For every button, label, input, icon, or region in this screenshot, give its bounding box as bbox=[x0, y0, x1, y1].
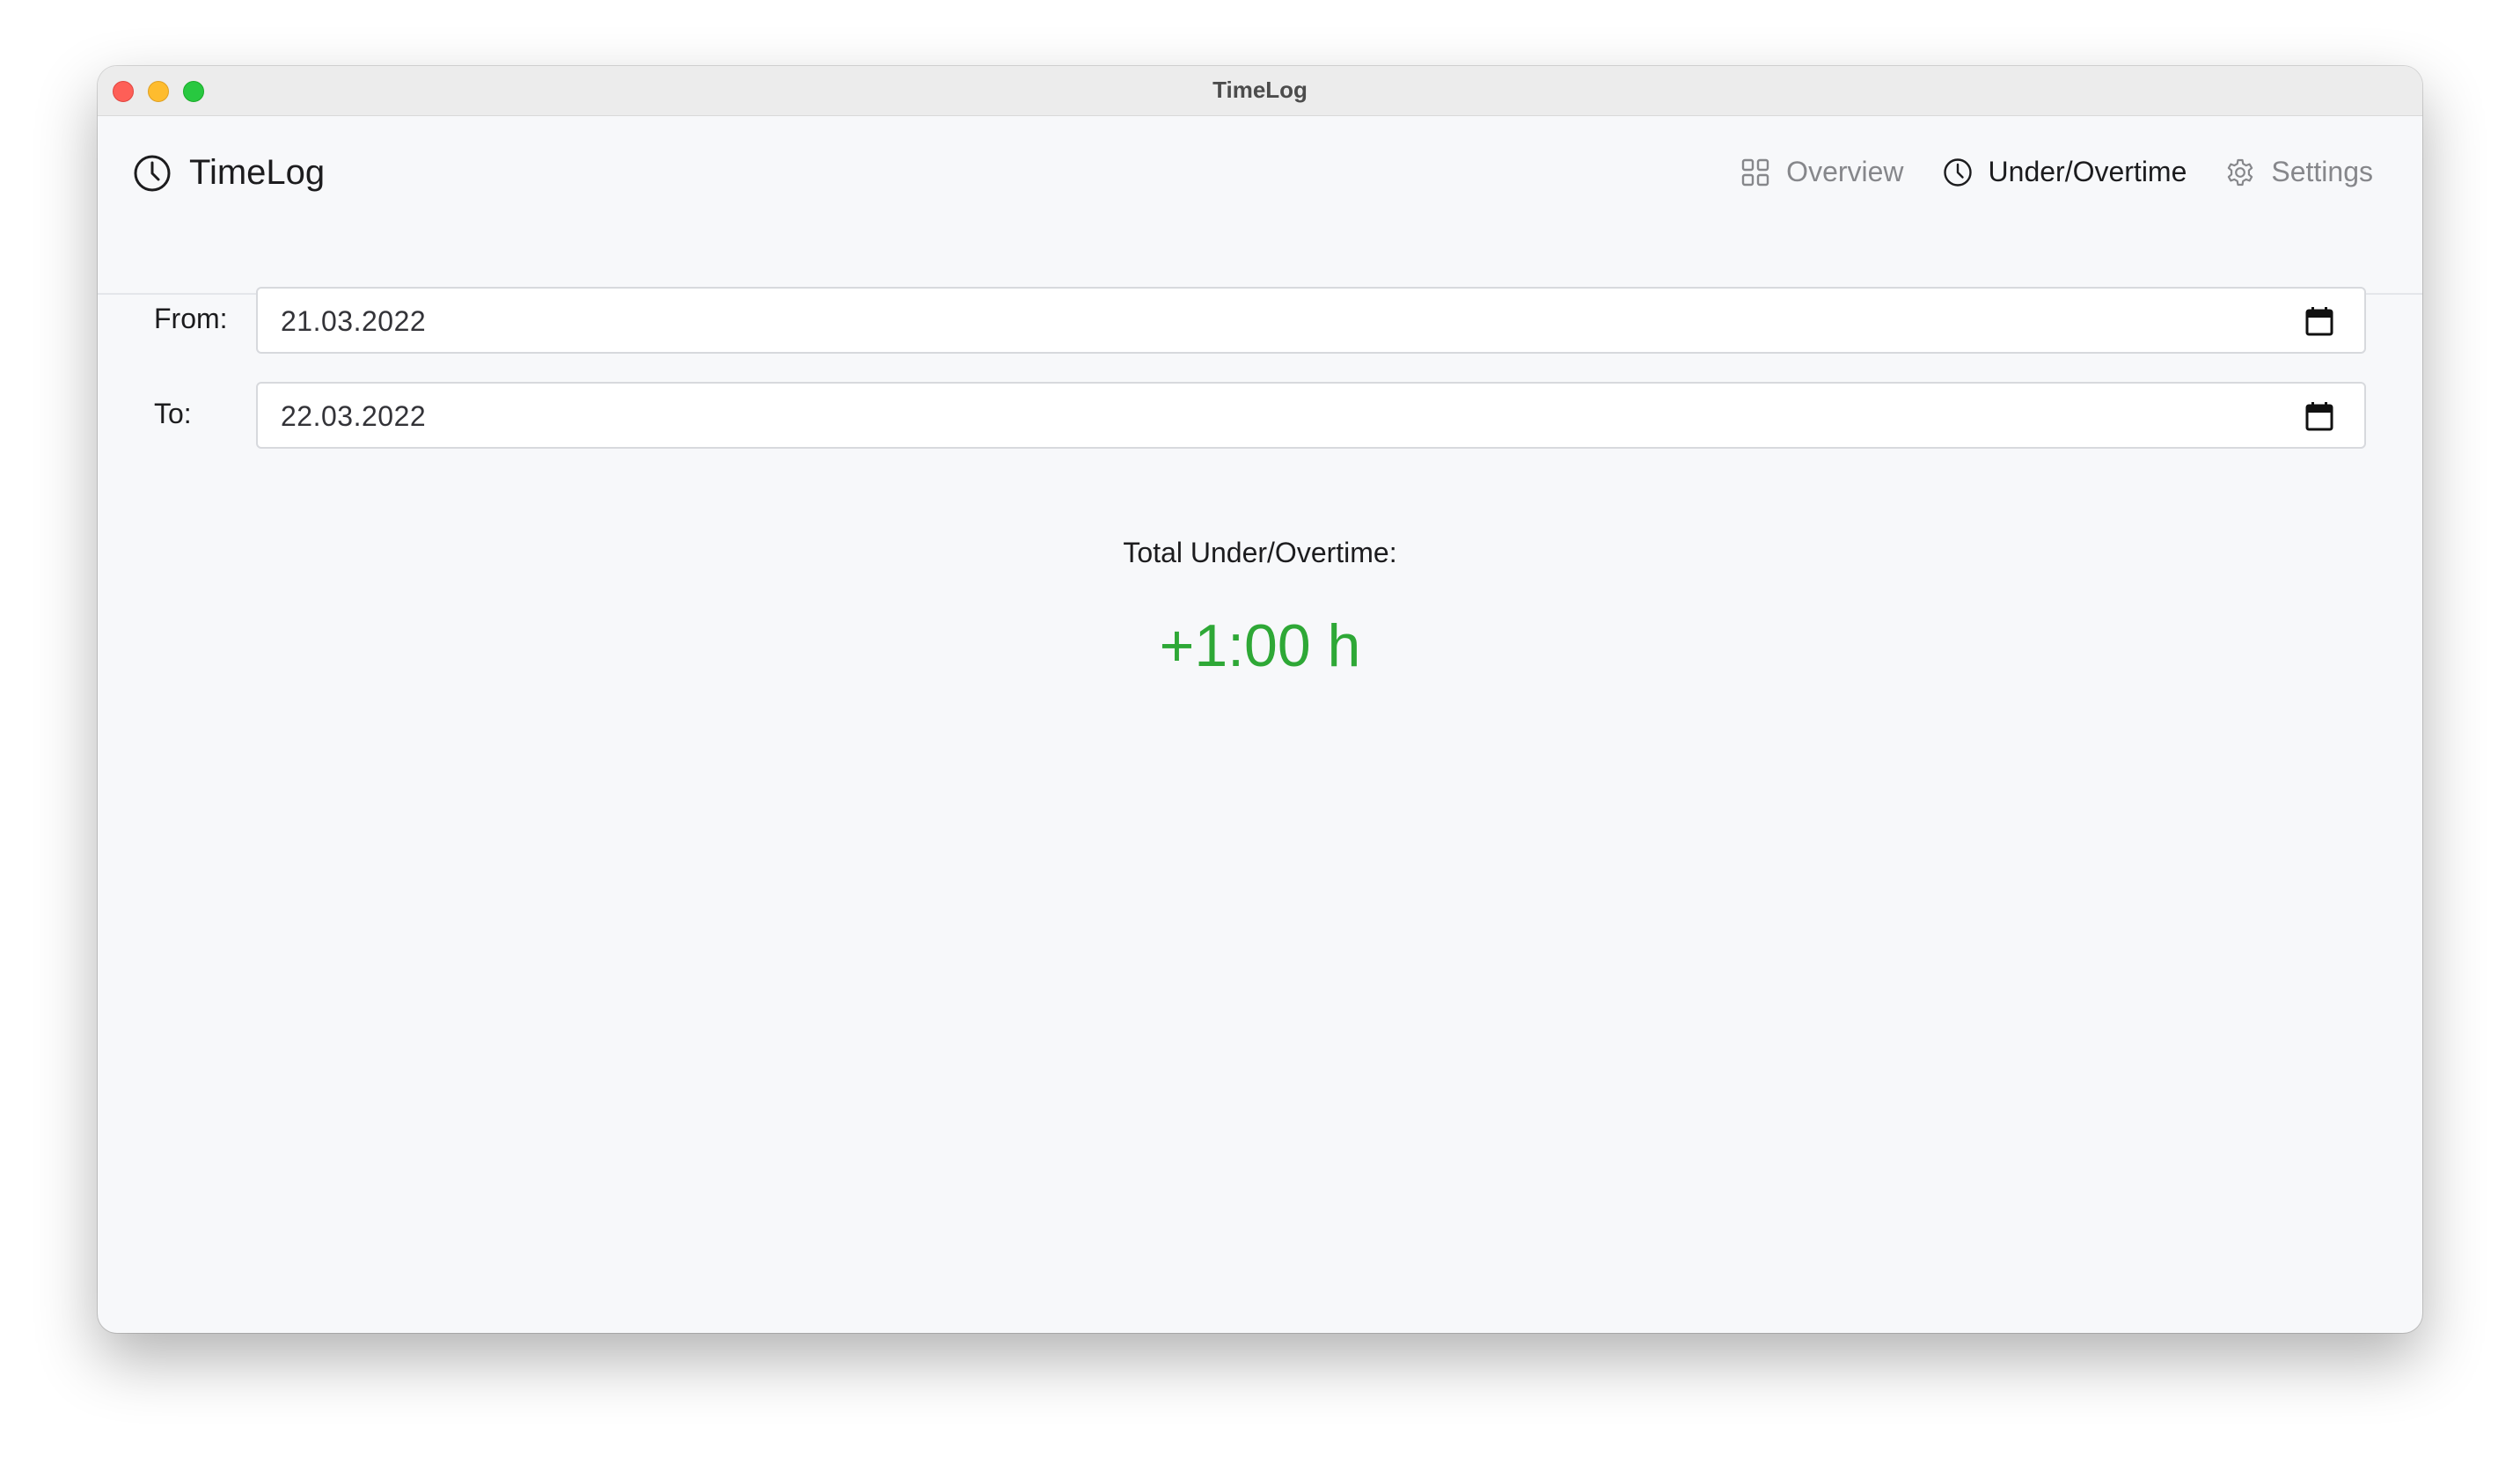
from-date-input[interactable]: 21.03.2022 bbox=[256, 287, 2366, 354]
app-window: TimeLog TimeLog Overview Under/Overtime … bbox=[98, 66, 2422, 1333]
grid-icon bbox=[1740, 157, 1770, 187]
to-label: To: bbox=[154, 398, 192, 429]
nav-item-under-overtime[interactable]: Under/Overtime bbox=[1943, 156, 2187, 188]
title-bar: TimeLog bbox=[98, 66, 2422, 116]
from-date-value: 21.03.2022 bbox=[281, 305, 427, 337]
from-row: From: 21.03.2022 bbox=[154, 287, 2366, 354]
calendar-icon[interactable] bbox=[2304, 400, 2334, 432]
clock-icon bbox=[133, 154, 172, 193]
to-row: To: 22.03.2022 bbox=[154, 382, 2366, 449]
to-date-value: 22.03.2022 bbox=[281, 400, 427, 432]
calendar-icon[interactable] bbox=[2304, 305, 2334, 337]
brand[interactable]: TimeLog bbox=[133, 153, 325, 193]
window-title: TimeLog bbox=[1212, 77, 1308, 103]
nav-item-overview[interactable]: Overview bbox=[1740, 156, 1904, 188]
app-header: TimeLog Overview Under/Overtime Settings bbox=[98, 116, 2422, 295]
total-under-overtime-value: +1:00 h bbox=[1159, 612, 1361, 679]
nav-item-label: Overview bbox=[1786, 156, 1904, 187]
total-under-overtime-label: Total Under/Overtime: bbox=[1123, 537, 1397, 568]
to-date-input[interactable]: 22.03.2022 bbox=[256, 382, 2366, 449]
main-nav: Overview Under/Overtime Settings bbox=[1702, 156, 2373, 188]
from-label: From: bbox=[154, 303, 228, 334]
clock-icon bbox=[1943, 157, 1973, 187]
nav-item-label: Under/Overtime bbox=[1988, 156, 2187, 187]
nav-item-settings[interactable]: Settings bbox=[2225, 156, 2373, 188]
brand-label: TimeLog bbox=[189, 153, 326, 192]
gear-icon bbox=[2225, 157, 2255, 187]
nav-item-label: Settings bbox=[2271, 156, 2373, 187]
